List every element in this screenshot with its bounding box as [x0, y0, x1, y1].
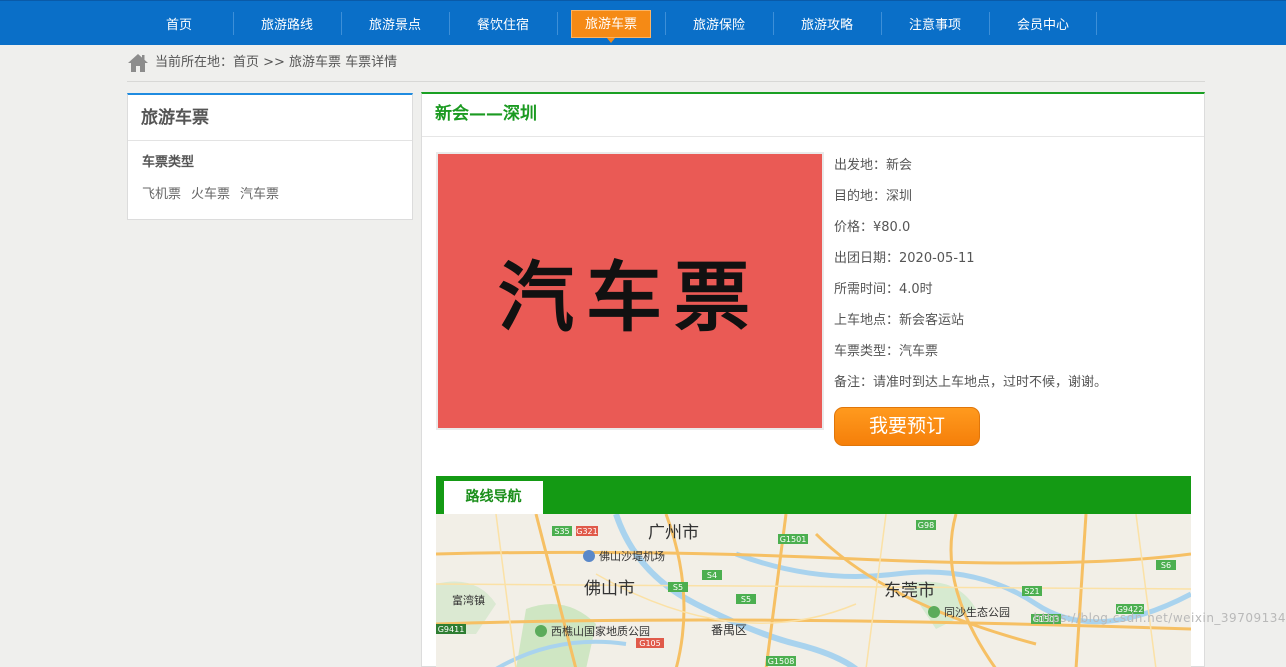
ticket-detail-panel: 新会——深圳 汽车票 出发地：新会 目的地：深圳 价格：¥80.0 出团日期：2…: [421, 92, 1205, 667]
info-boarding-point: 上车地点：新会客运站: [834, 313, 965, 328]
map-label-dongguan: 东莞市: [884, 581, 935, 601]
nav-item-attractions[interactable]: 旅游景点: [341, 1, 449, 46]
home-icon[interactable]: [127, 52, 149, 74]
nav-item-guides[interactable]: 旅游攻略: [773, 1, 881, 46]
watermark: https://blog.csdn.net/weixin_39709134: [1033, 611, 1286, 625]
map-label-park: 西樵山国家地质公园: [551, 624, 650, 638]
map-label-foshan: 佛山市: [584, 579, 635, 599]
map-label-panyu: 番禺区: [711, 623, 747, 637]
svg-text:G1501: G1501: [780, 535, 807, 544]
link-bus-ticket[interactable]: 汽车票: [240, 183, 279, 202]
ticket-image: 汽车票: [436, 152, 824, 430]
book-button[interactable]: 我要预订: [834, 407, 980, 446]
svg-text:G98: G98: [918, 521, 934, 530]
info-price: 价格：¥80.0: [834, 220, 911, 235]
svg-text:S6: S6: [1161, 561, 1171, 570]
ticket-image-text: 汽车票: [498, 253, 762, 342]
route-nav-bar: 路线导航: [436, 476, 1191, 514]
ticket-type-heading: 车票类型: [142, 155, 195, 170]
map-label-airport: 佛山沙堤机场: [599, 549, 665, 563]
svg-text:G105: G105: [639, 639, 660, 648]
info-ticket-type: 车票类型：汽车票: [834, 344, 939, 359]
info-remark: 备注：请准时到达上车地点，过时不候，谢谢。: [834, 375, 1108, 390]
link-train-ticket[interactable]: 火车票: [191, 183, 230, 202]
svg-text:S4: S4: [707, 571, 717, 580]
nav-item-home[interactable]: 首页: [125, 1, 233, 46]
breadcrumb-text: 当前所在地：首页 >> 旅游车票 车票详情: [155, 55, 398, 70]
breadcrumb: 当前所在地：首页 >> 旅游车票 车票详情: [127, 52, 1205, 82]
nav-menu: 首页 旅游路线 旅游景点 餐饮住宿 旅游车票 旅游保险 旅游攻略 注意事项 会员…: [125, 1, 1097, 46]
map-label-guangzhou: 广州市: [648, 523, 699, 543]
link-flight-ticket[interactable]: 飞机票: [142, 183, 181, 202]
svg-text:S5: S5: [741, 595, 751, 604]
svg-text:S21: S21: [1024, 587, 1039, 596]
info-departure: 出发地：新会: [834, 158, 913, 173]
info-date: 出团日期：2020-05-11: [834, 251, 975, 266]
tab-route-navigation[interactable]: 路线导航: [444, 481, 543, 514]
nav-item-dining[interactable]: 餐饮住宿: [449, 1, 557, 46]
info-duration: 所需时间：4.0时: [834, 282, 933, 297]
nav-item-routes[interactable]: 旅游路线: [233, 1, 341, 46]
route-map[interactable]: S35 G321 G1501 S5 S4 S5 G9411 G105 G1508…: [436, 514, 1191, 667]
map-label-fuyong: 富湾镇: [452, 593, 485, 607]
nav-item-notices[interactable]: 注意事项: [881, 1, 989, 46]
ticket-info-list: 出发地：新会 目的地：深圳 价格：¥80.0 出团日期：2020-05-11 所…: [834, 156, 1107, 404]
map-label-ecopark: 同沙生态公园: [944, 605, 1010, 619]
nav-item-tickets[interactable]: 旅游车票: [557, 1, 665, 46]
nav-item-member-center[interactable]: 会员中心: [989, 1, 1097, 46]
map-canvas[interactable]: S35 G321 G1501 S5 S4 S5 G9411 G105 G1508…: [436, 514, 1191, 667]
svg-text:G1508: G1508: [768, 657, 795, 666]
svg-text:G9411: G9411: [438, 625, 465, 634]
ticket-type-links: 飞机票 火车票 汽车票: [128, 170, 412, 202]
sidebar: 旅游车票 车票类型 飞机票 火车票 汽车票: [127, 93, 413, 220]
top-nav-bar: 首页 旅游路线 旅游景点 餐饮住宿 旅游车票 旅游保险 旅游攻略 注意事项 会员…: [0, 0, 1286, 45]
svg-text:S35: S35: [554, 527, 569, 536]
svg-text:S5: S5: [673, 583, 683, 592]
sidebar-title: 旅游车票: [128, 95, 412, 141]
page-title: 新会——深圳: [422, 94, 1204, 137]
nav-item-insurance[interactable]: 旅游保险: [665, 1, 773, 46]
svg-text:G321: G321: [576, 527, 597, 536]
info-destination: 目的地：深圳: [834, 189, 913, 204]
